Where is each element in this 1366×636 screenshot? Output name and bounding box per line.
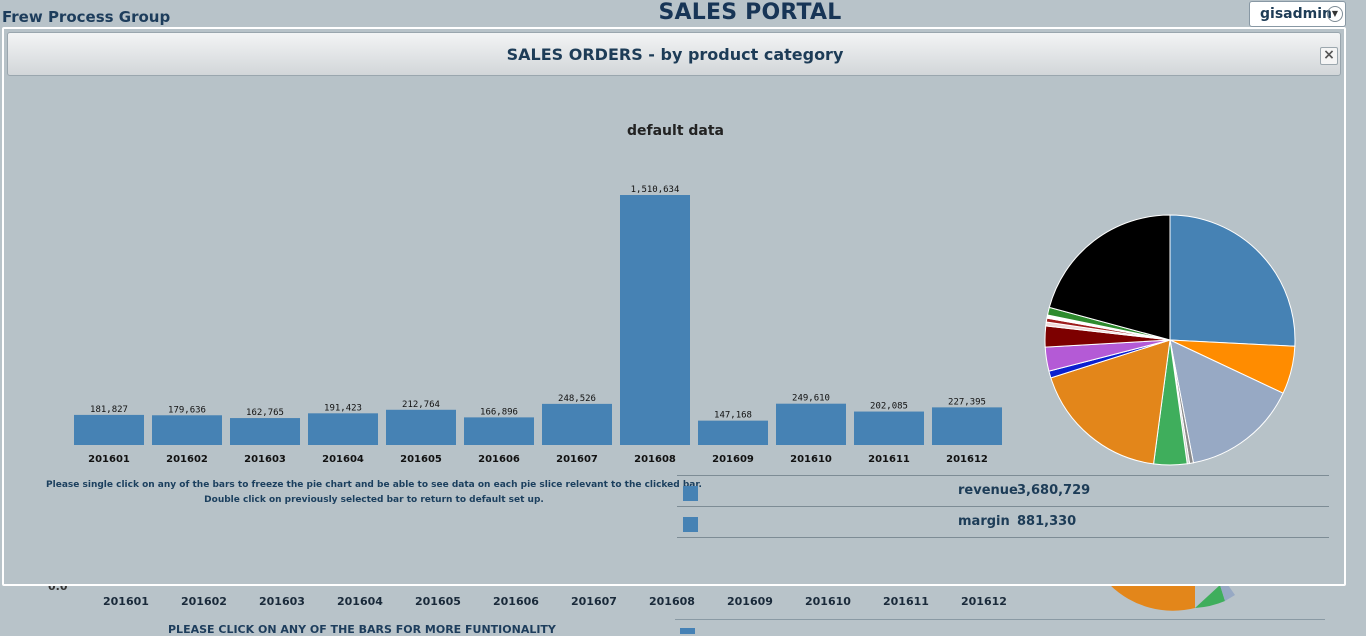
- background-help-message: PLEASE CLICK ON ANY OF THE BARS FOR MORE…: [168, 623, 556, 636]
- bar-value-label: 191,423: [324, 403, 362, 413]
- background-x-label: 201603: [259, 595, 305, 608]
- bar-value-label: 212,764: [402, 400, 440, 410]
- help-line-1: Please single click on any of the bars t…: [46, 480, 702, 490]
- x-axis-label: 201609: [712, 454, 754, 465]
- bar-value-label: 249,610: [792, 394, 830, 404]
- background-x-label: 201612: [961, 595, 1007, 608]
- background-pie-fragment: [1100, 585, 1260, 631]
- bar-value-label: 181,827: [90, 405, 128, 415]
- x-axis-label: 201602: [166, 454, 208, 465]
- bar-201603[interactable]: [230, 418, 300, 445]
- bar-201609[interactable]: [698, 420, 768, 445]
- legend-row-margin: margin 881,330: [677, 506, 1329, 538]
- background-legend-divider: [675, 619, 1325, 620]
- bar-201608[interactable]: [620, 195, 690, 445]
- background-x-label: 201602: [181, 595, 227, 608]
- pie-slice[interactable]: [1169, 214, 1296, 347]
- portal-title-text: SALES PORTAL: [658, 0, 842, 25]
- x-axis-label: 201601: [88, 454, 130, 465]
- bar-201607[interactable]: [542, 403, 612, 445]
- bar-value-label: 179,636: [168, 405, 206, 415]
- background-x-label: 201605: [415, 595, 461, 608]
- bar-201606[interactable]: [464, 417, 534, 445]
- background-x-label: 201604: [337, 595, 383, 608]
- background-x-label: 201601: [103, 595, 149, 608]
- x-axis-label: 201607: [556, 454, 598, 465]
- bar-201602[interactable]: [152, 415, 222, 445]
- top-bar: Frew Process Group SALES PORTAL gisadmin…: [0, 0, 1366, 28]
- bar-201601[interactable]: [74, 414, 144, 445]
- bar-value-label: 248,526: [558, 394, 596, 404]
- bar-value-label: 202,085: [870, 402, 908, 412]
- bar-201604[interactable]: [308, 413, 378, 445]
- user-name: gisadmin: [1260, 6, 1332, 22]
- x-axis-label: 201606: [478, 454, 520, 465]
- bar-201610[interactable]: [776, 403, 846, 445]
- portal-title: SALES PORTAL: [0, 0, 1366, 25]
- legend-row-revenue: revenue 3,680,729: [677, 475, 1329, 506]
- bar-201612[interactable]: [932, 407, 1002, 445]
- x-axis-label: 201603: [244, 454, 286, 465]
- bar-value-label: 227,395: [948, 397, 986, 407]
- bar-value-label: 1,510,634: [631, 185, 680, 195]
- x-axis-label: 201611: [868, 454, 910, 465]
- legend-value-revenue: 3,680,729: [1017, 483, 1091, 498]
- background-x-label: 201610: [805, 595, 851, 608]
- legend-swatch-margin: [683, 517, 698, 532]
- background-x-label: 201606: [493, 595, 539, 608]
- x-axis-label: 201605: [400, 454, 442, 465]
- bar-value-label: 147,168: [714, 411, 752, 421]
- chevron-down-icon[interactable]: ▼: [1327, 6, 1343, 22]
- user-menu[interactable]: gisadmin ▼: [1249, 1, 1346, 27]
- background-x-label: 201607: [571, 595, 617, 608]
- legend-name-revenue: revenue: [958, 483, 1018, 498]
- x-axis-label: 201604: [322, 454, 364, 465]
- legend-name-margin: margin: [958, 514, 1010, 529]
- bar-201611[interactable]: [854, 411, 924, 445]
- background-legend-swatch: [680, 628, 695, 634]
- x-axis-label: 201610: [790, 454, 832, 465]
- x-axis-label: 201612: [946, 454, 988, 465]
- legend-swatch-revenue: [683, 486, 698, 501]
- background-x-label: 201608: [649, 595, 695, 608]
- x-axis-label: 201608: [634, 454, 676, 465]
- bar-value-label: 162,765: [246, 408, 284, 418]
- bar-value-label: 166,896: [480, 407, 518, 417]
- background-x-label: 201609: [727, 595, 773, 608]
- sales-orders-modal: SALES ORDERS - by product category × def…: [2, 27, 1346, 586]
- legend-value-margin: 881,330: [1017, 514, 1077, 529]
- background-x-label: 201611: [883, 595, 929, 608]
- help-line-2: Double click on previously selected bar …: [204, 495, 544, 505]
- bar-201605[interactable]: [386, 409, 456, 445]
